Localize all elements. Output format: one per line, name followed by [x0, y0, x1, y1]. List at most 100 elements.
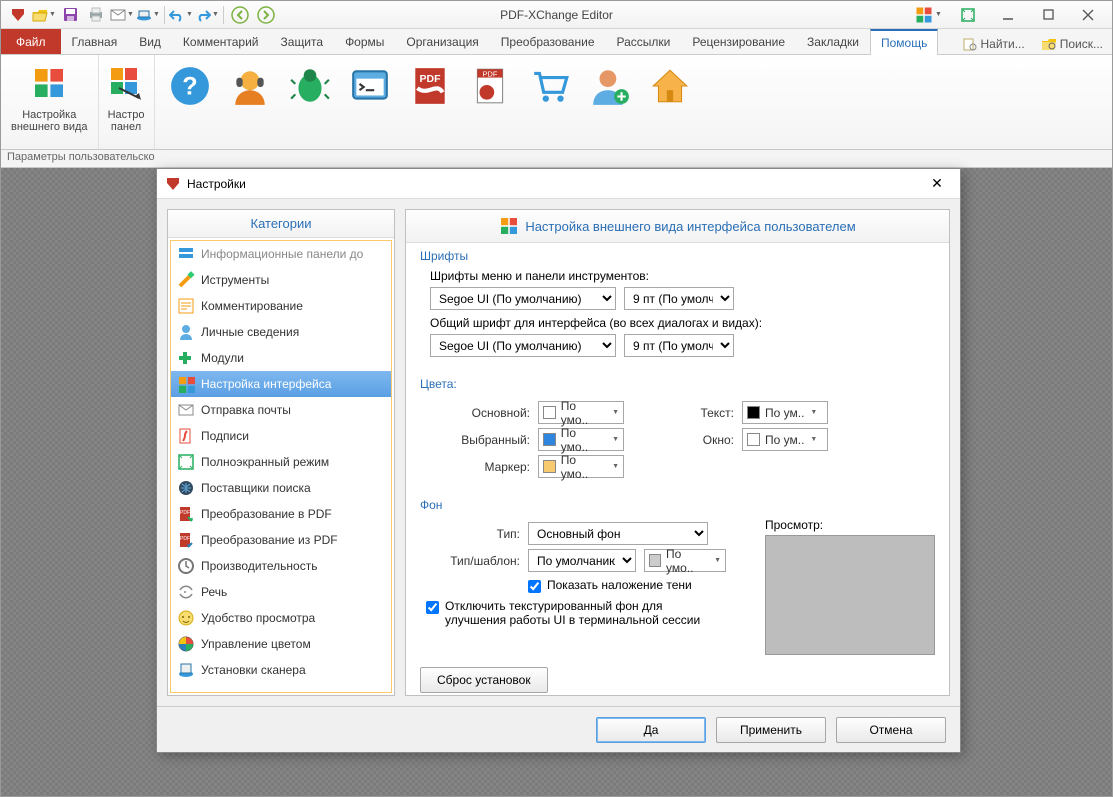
open-icon[interactable]: ▼: [32, 4, 56, 26]
app-menu-icon[interactable]: [6, 4, 30, 26]
category-item[interactable]: Информационные панели до: [171, 241, 391, 267]
cart-icon[interactable]: [529, 65, 571, 107]
bg-pattern-combo[interactable]: По умолчанию: [528, 549, 636, 572]
svg-text:?: ?: [182, 72, 197, 100]
category-item[interactable]: Отправка почты: [171, 397, 391, 423]
category-item[interactable]: Комментирование: [171, 293, 391, 319]
tab-home[interactable]: Главная: [61, 29, 129, 54]
ui-font-size-combo[interactable]: 9 пт (По умолч: [624, 334, 734, 357]
ribbon-label: внешнего вида: [11, 121, 88, 133]
apply-button[interactable]: Применить: [716, 717, 826, 743]
category-item[interactable]: Управление цветом: [171, 631, 391, 657]
bg-shadow-label: Показать наложение тени: [547, 578, 692, 592]
category-icon: PDF: [177, 505, 195, 523]
tab-organize[interactable]: Организация: [395, 29, 489, 54]
search-button[interactable]: Поиск...: [1036, 34, 1108, 54]
ribbon-group-customize-panels[interactable]: Настропанел: [99, 55, 155, 149]
pdf-icon[interactable]: PDF: [409, 65, 451, 107]
undo-icon[interactable]: ▼: [169, 4, 193, 26]
tab-file[interactable]: Файл: [1, 29, 61, 54]
category-item[interactable]: Личные сведения: [171, 319, 391, 345]
bg-pattern-color-button[interactable]: По умо..▼: [644, 549, 726, 572]
print-icon[interactable]: [84, 4, 108, 26]
category-label: Отправка почты: [201, 403, 291, 417]
category-label: Преобразование из PDF: [201, 533, 338, 547]
tab-comment[interactable]: Комментарий: [172, 29, 270, 54]
menu-font-combo[interactable]: Segoe UI (По умолчанию): [430, 287, 616, 310]
minimize-button[interactable]: [988, 4, 1028, 26]
tab-review[interactable]: Рецензирование: [681, 29, 796, 54]
scan-icon[interactable]: ▼: [136, 4, 160, 26]
category-item[interactable]: Поставщики поиска: [171, 475, 391, 501]
close-button[interactable]: [1068, 4, 1108, 26]
maximize-button[interactable]: [1028, 4, 1068, 26]
tab-mailings[interactable]: Рассылки: [606, 29, 682, 54]
color-window-button[interactable]: По ум..▼: [742, 428, 828, 451]
tab-convert[interactable]: Преобразование: [490, 29, 606, 54]
category-label: Подписи: [201, 429, 249, 443]
ui-font-combo[interactable]: Segoe UI (По умолчанию): [430, 334, 616, 357]
category-item[interactable]: Установки сканера: [171, 657, 391, 683]
redo-icon[interactable]: ▼: [195, 4, 219, 26]
tab-help[interactable]: Помощь: [870, 29, 938, 55]
help-icon[interactable]: ?: [169, 65, 211, 107]
add-user-icon[interactable]: [589, 65, 631, 107]
search-label: Поиск...: [1060, 37, 1103, 51]
category-icon: [177, 479, 195, 497]
ribbon-group-customize-ui[interactable]: Настройкавнешнего вида: [1, 55, 99, 149]
svg-text:PDF: PDF: [419, 73, 441, 85]
find-button[interactable]: Найти...: [958, 34, 1029, 54]
tab-view[interactable]: Вид: [128, 29, 172, 54]
mail-icon[interactable]: ▼: [110, 4, 134, 26]
settings-dialog: Настройки ✕ Категории Информационные пан…: [156, 168, 961, 753]
support-icon[interactable]: [229, 65, 271, 107]
category-item[interactable]: Речь: [171, 579, 391, 605]
ribbon: Настройкавнешнего вида Настропанел ? PDF…: [1, 55, 1112, 150]
category-label: Модули: [201, 351, 244, 365]
svg-text:PDF: PDF: [482, 70, 497, 79]
category-item[interactable]: Настройка интерфейса: [171, 371, 391, 397]
tab-bookmarks[interactable]: Закладки: [796, 29, 870, 54]
color-text-label: Текст:: [684, 406, 734, 420]
nav-fwd-icon[interactable]: [254, 4, 278, 26]
bg-shadow-checkbox[interactable]: [528, 580, 541, 593]
category-item[interactable]: PDFПреобразование в PDF: [171, 501, 391, 527]
reset-button[interactable]: Сброс установок: [420, 667, 548, 693]
ribbon-tabs: Файл Главная Вид Комментарий Защита Форм…: [1, 29, 1112, 55]
color-marker-button[interactable]: По умо..▼: [538, 455, 624, 478]
color-selected-button[interactable]: По умо..▼: [538, 428, 624, 451]
category-icon: [177, 323, 195, 341]
bg-disable-texture-checkbox[interactable]: [426, 601, 439, 614]
bg-section-title: Фон: [420, 498, 935, 512]
color-main-button[interactable]: По умо..▼: [538, 401, 624, 424]
save-icon[interactable]: [58, 4, 82, 26]
ok-button[interactable]: Да: [596, 717, 706, 743]
menu-font-size-combo[interactable]: 9 пт (По умолч: [624, 287, 734, 310]
category-label: Комментирование: [201, 299, 303, 313]
pdf-doc-icon[interactable]: PDF: [469, 65, 511, 107]
cancel-button[interactable]: Отмена: [836, 717, 946, 743]
category-item[interactable]: Иструменты: [171, 267, 391, 293]
fullscreen-icon[interactable]: [948, 4, 988, 26]
category-label: Управление цветом: [201, 637, 311, 651]
ui-lang-icon[interactable]: ▼: [908, 4, 948, 26]
category-item[interactable]: Удобство просмотра: [171, 605, 391, 631]
bug-icon[interactable]: [289, 65, 331, 107]
home-icon[interactable]: [649, 65, 691, 107]
category-item[interactable]: Полноэкранный режим: [171, 449, 391, 475]
dialog-title: Настройки: [187, 177, 246, 191]
categories-list[interactable]: Информационные панели до Иструменты Коммен…: [170, 240, 392, 693]
category-label: Информационные панели до: [201, 247, 363, 261]
category-item[interactable]: Подписи: [171, 423, 391, 449]
tab-protect[interactable]: Защита: [270, 29, 335, 54]
category-item[interactable]: Модули: [171, 345, 391, 371]
console-icon[interactable]: [349, 65, 391, 107]
nav-back-icon[interactable]: [228, 4, 252, 26]
category-item[interactable]: PDFПреобразование из PDF: [171, 527, 391, 553]
tab-forms[interactable]: Формы: [334, 29, 395, 54]
dialog-close-button[interactable]: ✕: [922, 173, 952, 195]
bg-type-combo[interactable]: Основный фон: [528, 522, 708, 545]
category-item[interactable]: Производительность: [171, 553, 391, 579]
category-label: Настройка интерфейса: [201, 377, 331, 391]
color-text-button[interactable]: По ум..▼: [742, 401, 828, 424]
